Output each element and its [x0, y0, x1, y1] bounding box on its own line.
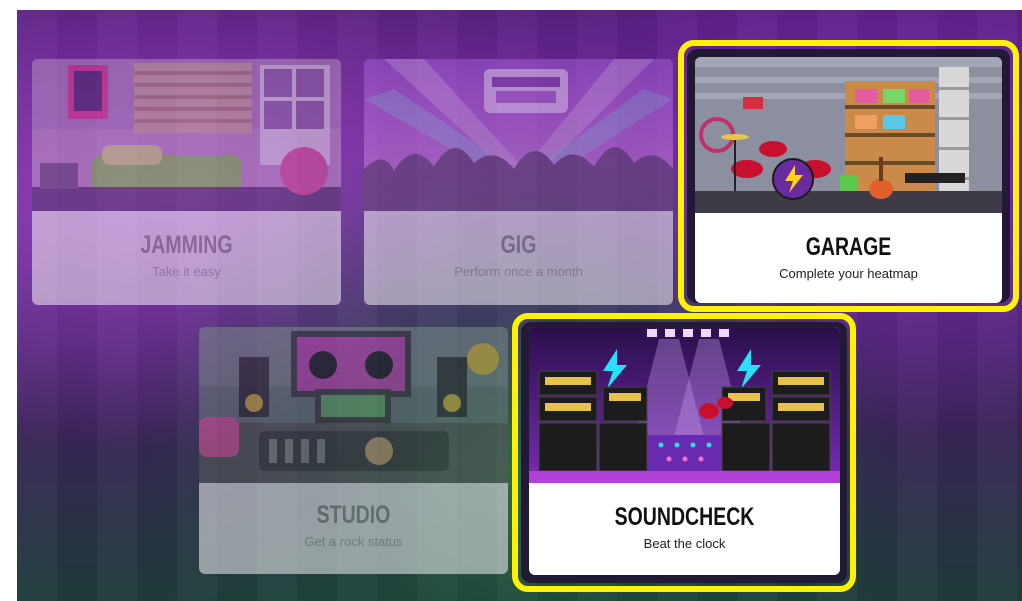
mode-subtitle-studio: Get a rock status — [304, 534, 403, 549]
mode-title-studio: STUDIO — [316, 501, 391, 529]
mode-subtitle-jamming: Take it easy — [152, 264, 221, 279]
garage-workshop-art — [695, 57, 1002, 213]
mode-title-garage: GARAGE — [805, 233, 892, 261]
jamming-illustration — [32, 59, 341, 211]
mode-title-gig: GIG — [500, 231, 537, 259]
soundcheck-illustration — [529, 327, 840, 483]
mode-subtitle-garage: Complete your heatmap — [779, 266, 918, 281]
studio-illustration — [199, 327, 508, 483]
mode-card-soundcheck[interactable]: SOUNDCHECK Beat the clock — [529, 327, 840, 575]
soundcheck-stage-art — [529, 327, 840, 483]
gig-illustration — [364, 59, 673, 211]
mode-subtitle-soundcheck: Beat the clock — [643, 536, 726, 551]
mode-card-jamming[interactable]: JAMMING Take it easy — [32, 59, 341, 305]
jamming-bedroom-art — [32, 59, 341, 211]
mode-card-gig[interactable]: GIG Perform once a month — [364, 59, 673, 305]
gig-concert-art — [364, 59, 673, 211]
garage-illustration — [695, 57, 1002, 213]
mode-card-studio[interactable]: STUDIO Get a rock status — [199, 327, 508, 574]
mode-title-jamming: JAMMING — [140, 231, 233, 259]
mode-card-garage[interactable]: GARAGE Complete your heatmap — [695, 57, 1002, 303]
mode-subtitle-gig: Perform once a month — [454, 264, 583, 279]
studio-recording-art — [199, 327, 508, 483]
mode-title-soundcheck: SOUNDCHECK — [614, 503, 755, 531]
